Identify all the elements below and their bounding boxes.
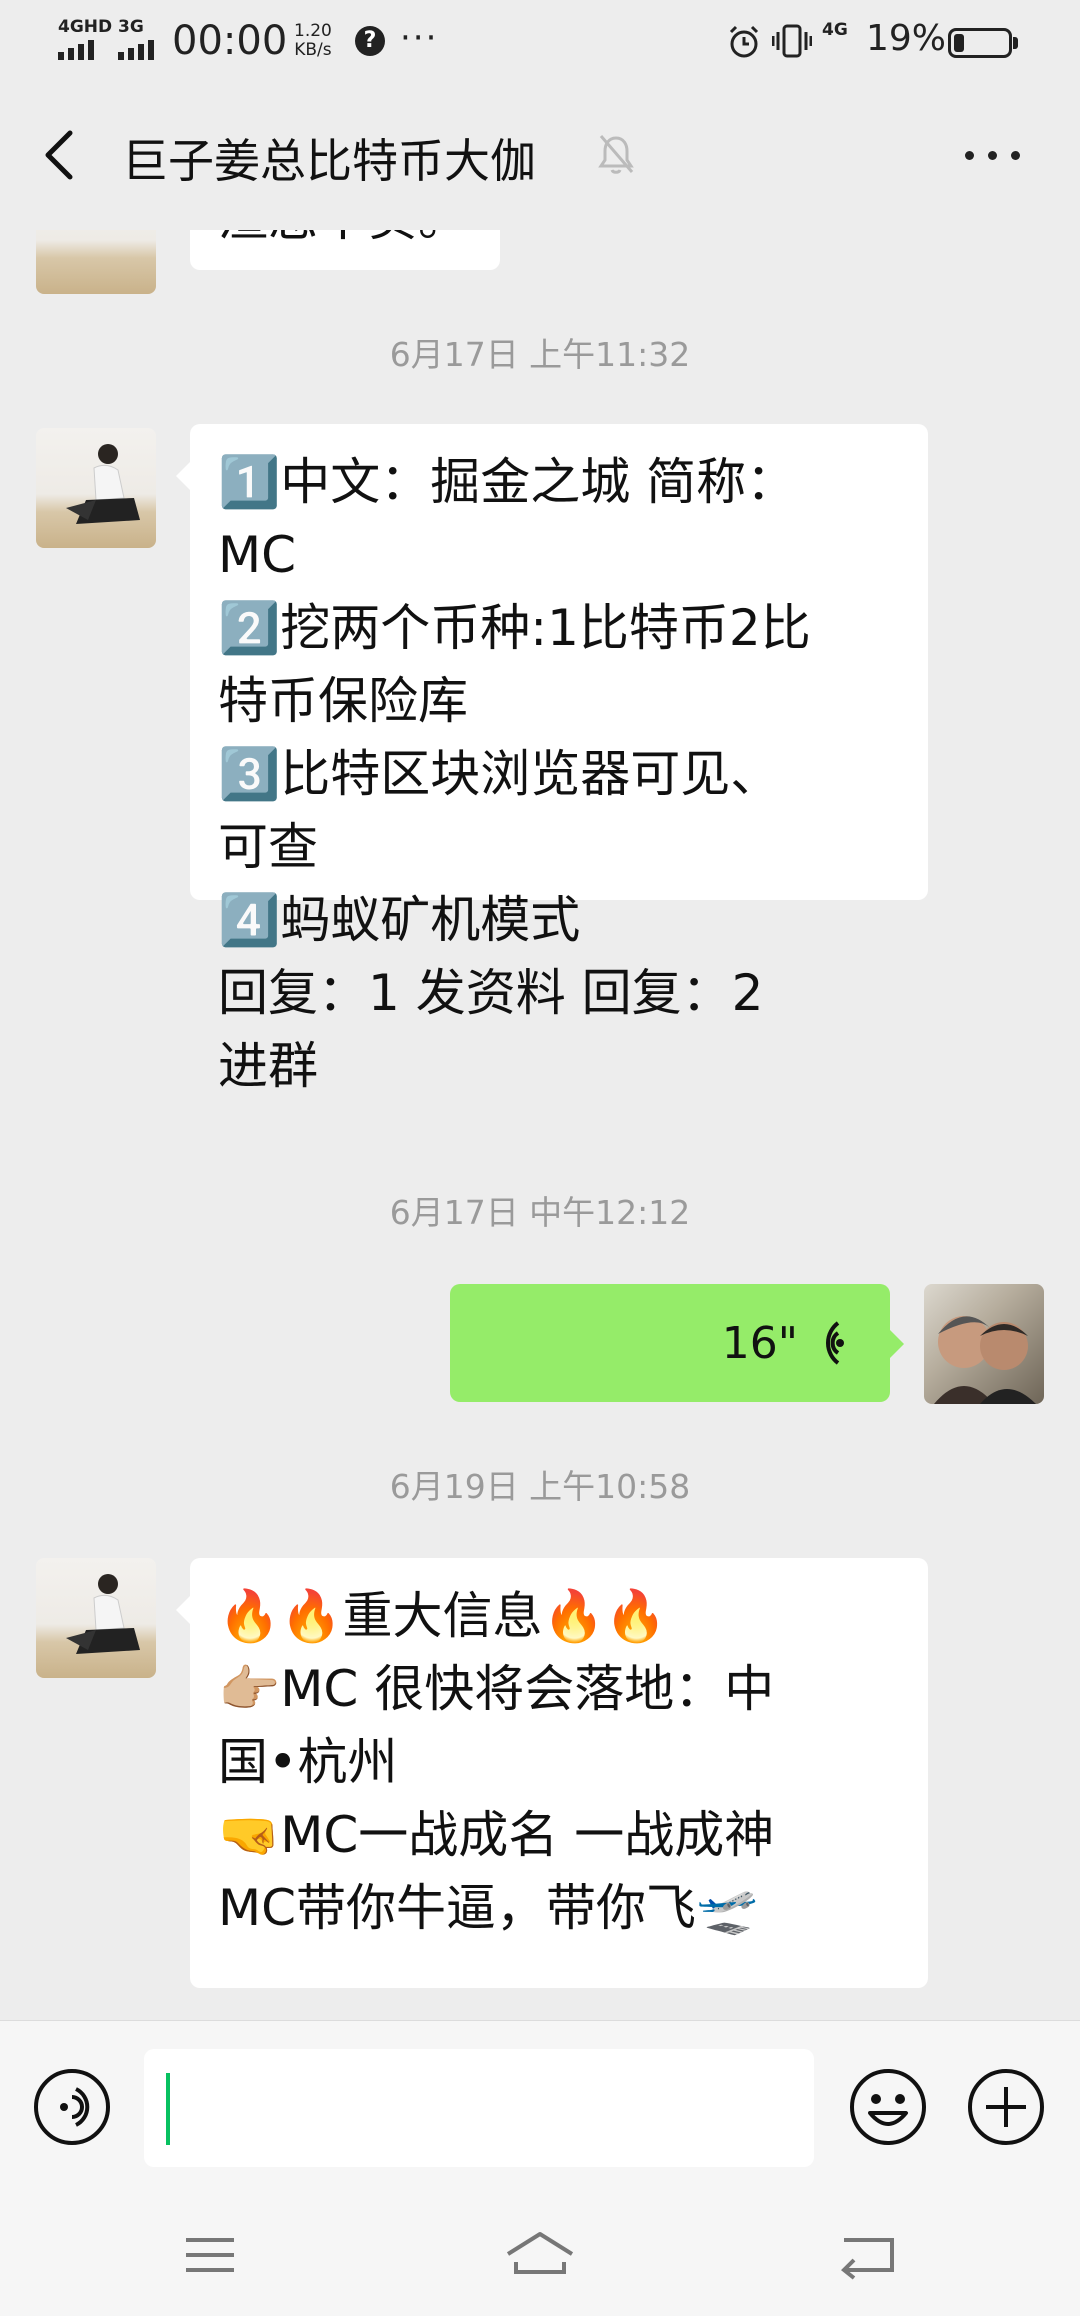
message-line: 3️⃣比特区块浏览器可见、	[218, 745, 781, 803]
network-type-4ghd: 4GHD	[58, 17, 113, 37]
person-silhouette-icon	[66, 444, 140, 524]
my-avatar[interactable]	[924, 1284, 1044, 1404]
couple-photo-icon	[934, 1316, 1036, 1404]
message-line: 国•杭州	[218, 1733, 398, 1791]
message-list[interactable]: 渣您不负。 6月17日 上午11:32 1️⃣中文：掘金之城 简称： MC 2️…	[0, 230, 1080, 2020]
message-line: 回复：1 发资料 回复：2	[218, 964, 764, 1022]
contact-avatar[interactable]	[36, 230, 156, 294]
message-bubble[interactable]: 🔥🔥重大信息🔥🔥 👉🏼MC 很快将会落地：中 国•杭州 🤜MC一战成名 一战成神…	[176, 1558, 928, 1988]
mute-notifications-icon	[598, 135, 634, 174]
voice-duration: 16"	[721, 1318, 798, 1369]
dot-icon	[1011, 151, 1020, 160]
message-input[interactable]	[144, 2049, 814, 2167]
menu-icon[interactable]	[182, 2232, 238, 2278]
message-line: 1️⃣中文：掘金之城 简称：	[218, 453, 797, 511]
message-line: MC带你牛逼，带你飞🛫	[218, 1879, 759, 1937]
signal-icon	[58, 40, 94, 60]
more-options-button[interactable]	[960, 130, 1026, 180]
emoji-icon[interactable]	[848, 2067, 928, 2147]
battery-icon	[948, 28, 1018, 58]
person-silhouette-icon	[66, 1574, 140, 1654]
message-text: 渣您不负。	[218, 230, 472, 255]
message-line: 进群	[218, 1037, 318, 1095]
dot-icon	[965, 151, 974, 160]
battery-level	[954, 34, 964, 52]
message-timestamp: 6月17日 上午11:32	[389, 335, 691, 374]
add-attachment-icon[interactable]	[966, 2067, 1046, 2147]
message-line: 2️⃣挖两个币种:1比特币2比	[218, 599, 811, 657]
network-speed-unit: KB/s	[294, 40, 332, 60]
network-type-4g: 4G	[822, 20, 848, 40]
message-line: MC	[218, 526, 297, 584]
battery-percent: 19%	[866, 18, 947, 59]
message-line: 4️⃣蚂蚁矿机模式	[218, 891, 581, 949]
message-bubble[interactable]: 1️⃣中文：掘金之城 简称： MC 2️⃣挖两个币种:1比特币2比 特币保险库 …	[176, 424, 928, 1095]
back-nav-icon[interactable]	[836, 2230, 900, 2280]
message-timestamp: 6月17日 中午12:12	[389, 1193, 691, 1232]
status-bar: 4GHD 3G 00:00 1.20 KB/s ? ··· 4G 19%	[0, 0, 1080, 80]
chat-title: 巨子姜总比特币大伽	[122, 134, 536, 188]
message-line: 👉🏼MC 很快将会落地：中	[218, 1660, 775, 1718]
vibrate-icon	[772, 24, 812, 58]
text-caret	[166, 2073, 170, 2145]
home-icon[interactable]	[500, 2228, 580, 2284]
message-timestamp: 6月19日 上午10:58	[389, 1467, 691, 1506]
message-line: 🔥🔥重大信息🔥🔥	[218, 1587, 668, 1645]
message-line: 可查	[218, 818, 318, 876]
more-notifications-icon: ···	[400, 18, 439, 58]
network-type-3g: 3G	[118, 17, 144, 37]
question-icon: ?	[355, 26, 385, 56]
network-speed: 1.20 KB/s	[294, 22, 332, 60]
voice-input-toggle-icon[interactable]	[32, 2067, 112, 2147]
message-line: 🤜MC一战成名 一战成神	[218, 1806, 775, 1864]
system-nav-bar	[0, 2200, 1080, 2316]
dot-icon	[988, 151, 997, 160]
contact-avatar[interactable]	[36, 428, 156, 548]
voice-wave-icon	[826, 1321, 844, 1365]
back-button[interactable]	[30, 123, 90, 187]
contact-avatar[interactable]	[36, 1558, 156, 1678]
alarm-icon	[729, 25, 759, 58]
voice-message-bubble[interactable]: 16"	[450, 1284, 904, 1402]
network-speed-value: 1.20	[294, 21, 332, 41]
signal-icon-2	[118, 40, 154, 60]
message-line: 特币保险库	[218, 672, 468, 730]
chat-header: 巨子姜总比特币大伽	[0, 80, 1080, 230]
clock: 00:00	[172, 18, 288, 64]
message-bubble-partial[interactable]: 渣您不负。	[190, 230, 500, 270]
input-bar	[0, 2020, 1080, 2201]
